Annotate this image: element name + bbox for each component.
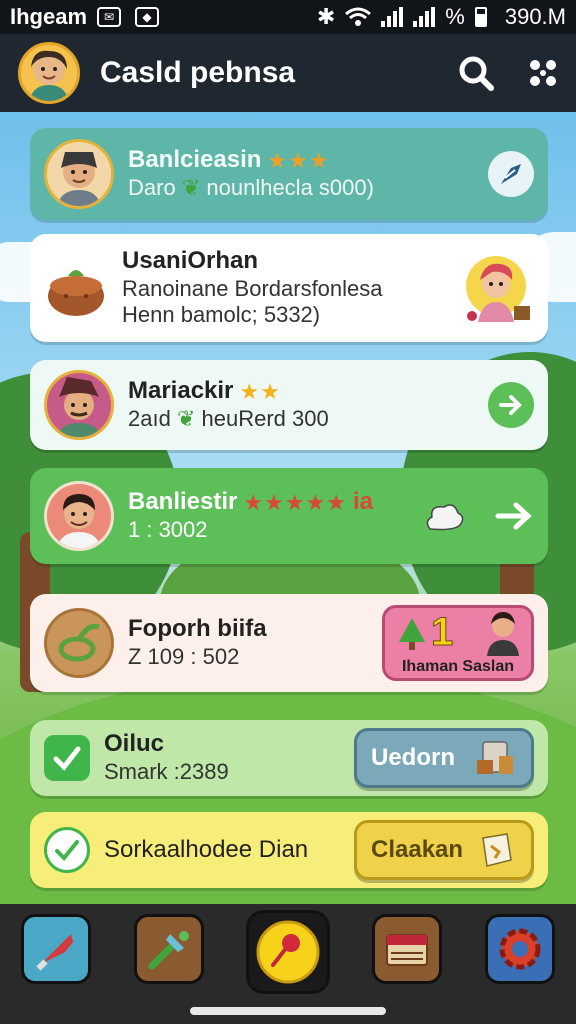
task-subtitle: Smark :2389: [104, 759, 229, 785]
arrow-right-icon[interactable]: [494, 499, 534, 533]
compass-icon: [256, 920, 320, 984]
card-line-b: heuRerd 300: [201, 406, 329, 432]
card-title: Banlcieasin: [128, 146, 262, 174]
card-line-1: Z 109 : 502: [128, 644, 240, 670]
share-icon: [501, 164, 521, 184]
card-line-a: Daro: [128, 175, 176, 201]
button-label: Claakan: [371, 836, 464, 863]
task-row-1[interactable]: Oiluc Smark :2389 Uedorn: [30, 720, 548, 796]
settings-gear-icon: [499, 928, 541, 970]
bluetooth-icon: ✱: [316, 4, 336, 29]
basket-icon: [44, 256, 108, 320]
checkbox[interactable]: [44, 827, 90, 873]
button-label: Uedorn: [371, 744, 455, 771]
merchant-portrait: [464, 250, 534, 326]
card-line-1: 1 : 3002: [128, 517, 208, 543]
search-icon[interactable]: [458, 55, 494, 91]
avatar-face-icon: [29, 50, 69, 101]
task-action-button[interactable]: Claakan: [354, 820, 534, 880]
character-portrait: [44, 481, 114, 551]
quest-card-1[interactable]: Banlcieasin ★★★ Daro ❦ nounlhecla s000): [30, 128, 548, 220]
carrier-name: Ihgeam: [10, 4, 88, 29]
card-title: Mariackir: [128, 377, 234, 405]
tools-icon: [148, 931, 189, 970]
scroll-icon: [482, 833, 512, 867]
card-title: Banliestir: [128, 488, 238, 516]
wifi-icon: [345, 7, 372, 26]
share-button[interactable]: [488, 151, 534, 197]
quest-card-5[interactable]: Foporh biifa Z 109 : 502 1 Ihaman Saslan: [30, 594, 548, 692]
book-icon: [386, 934, 429, 966]
dots-menu-icon[interactable]: [528, 58, 558, 88]
nav-tab-settings[interactable]: [484, 914, 555, 984]
quest-card-3[interactable]: Mariackir ★★ 2aıd ❦ heuRerd 300: [30, 360, 548, 450]
character-face-icon: [57, 152, 101, 206]
quest-card-2[interactable]: UsaniOrhan Ranoinane Bordarsfonlesa Henn…: [30, 234, 548, 342]
parcel-icon: [477, 741, 513, 774]
badge-number: 1: [430, 610, 454, 655]
cloud-icon: [426, 504, 464, 531]
badge-label: Ihaman Saslan: [401, 658, 515, 675]
person-icon: [487, 612, 519, 656]
leaf-icon: ❦: [181, 175, 201, 201]
card-line-1: Ranoinane Bordarsfonlesa: [122, 276, 383, 301]
player-avatar[interactable]: [18, 42, 80, 104]
battle-icon: [36, 934, 74, 971]
reward-badge[interactable]: 1 Ihaman Saslan: [382, 605, 534, 681]
rating-stars: ★★: [239, 378, 281, 404]
character-portrait: [44, 370, 114, 440]
rope-icon: [44, 608, 114, 678]
character-face-icon: [57, 377, 101, 437]
rating-stars: ★★★★★: [243, 489, 347, 515]
status-bar: Ihgeam ✉ ◆ ✱ % 390.M: [0, 0, 576, 34]
task-title: Oiluc: [104, 730, 165, 758]
character-face-icon: [57, 494, 101, 548]
nav-tab-book[interactable]: [372, 914, 443, 984]
nav-tab-battle[interactable]: [21, 914, 92, 984]
signal-icon-2: [413, 7, 436, 27]
card-line-b: nounlhecla s000): [206, 175, 374, 201]
clock: 390.M: [504, 4, 566, 29]
checkmark-icon: [53, 746, 81, 771]
card-title: Foporh biifa: [128, 615, 267, 643]
character-portrait: [44, 139, 114, 209]
checkbox[interactable]: [44, 735, 90, 781]
message-icon: ◆: [135, 7, 160, 27]
rating-stars: ★★★: [267, 147, 330, 173]
quest-card-4[interactable]: Banliestir ★★★★★ ia 1 : 3002: [30, 468, 548, 564]
arrow-right-icon: [499, 395, 522, 415]
card-title: UsaniOrhan: [122, 247, 259, 275]
stars-suffix: ia: [353, 488, 374, 516]
task-action-button[interactable]: Uedorn: [354, 728, 534, 788]
page-title: Casld pebnsa: [100, 56, 296, 89]
app-bar: Casld pebnsa: [0, 34, 576, 112]
battery-text: %: [445, 4, 465, 29]
task-title: Sorkaalhodee Dian: [104, 835, 309, 863]
checkmark-icon: [55, 840, 79, 861]
tree-icon: [399, 618, 425, 650]
bottom-nav: [0, 904, 576, 1024]
battery-icon: [474, 7, 487, 27]
go-button[interactable]: [488, 382, 534, 428]
nav-tab-tools[interactable]: [133, 914, 204, 984]
merchant-icon: [466, 256, 530, 322]
card-line-a: 2aıd: [128, 406, 171, 432]
nav-tab-compass[interactable]: [245, 910, 330, 994]
card-line-2: Henn bamolc; 5332): [122, 302, 321, 328]
task-row-2[interactable]: Sorkaalhodee Dian Claakan: [30, 812, 548, 888]
home-indicator[interactable]: [190, 1007, 386, 1015]
signal-icon: [381, 7, 404, 27]
notification-icon: ✉: [97, 7, 122, 27]
leaf-icon: ❦: [176, 406, 196, 432]
